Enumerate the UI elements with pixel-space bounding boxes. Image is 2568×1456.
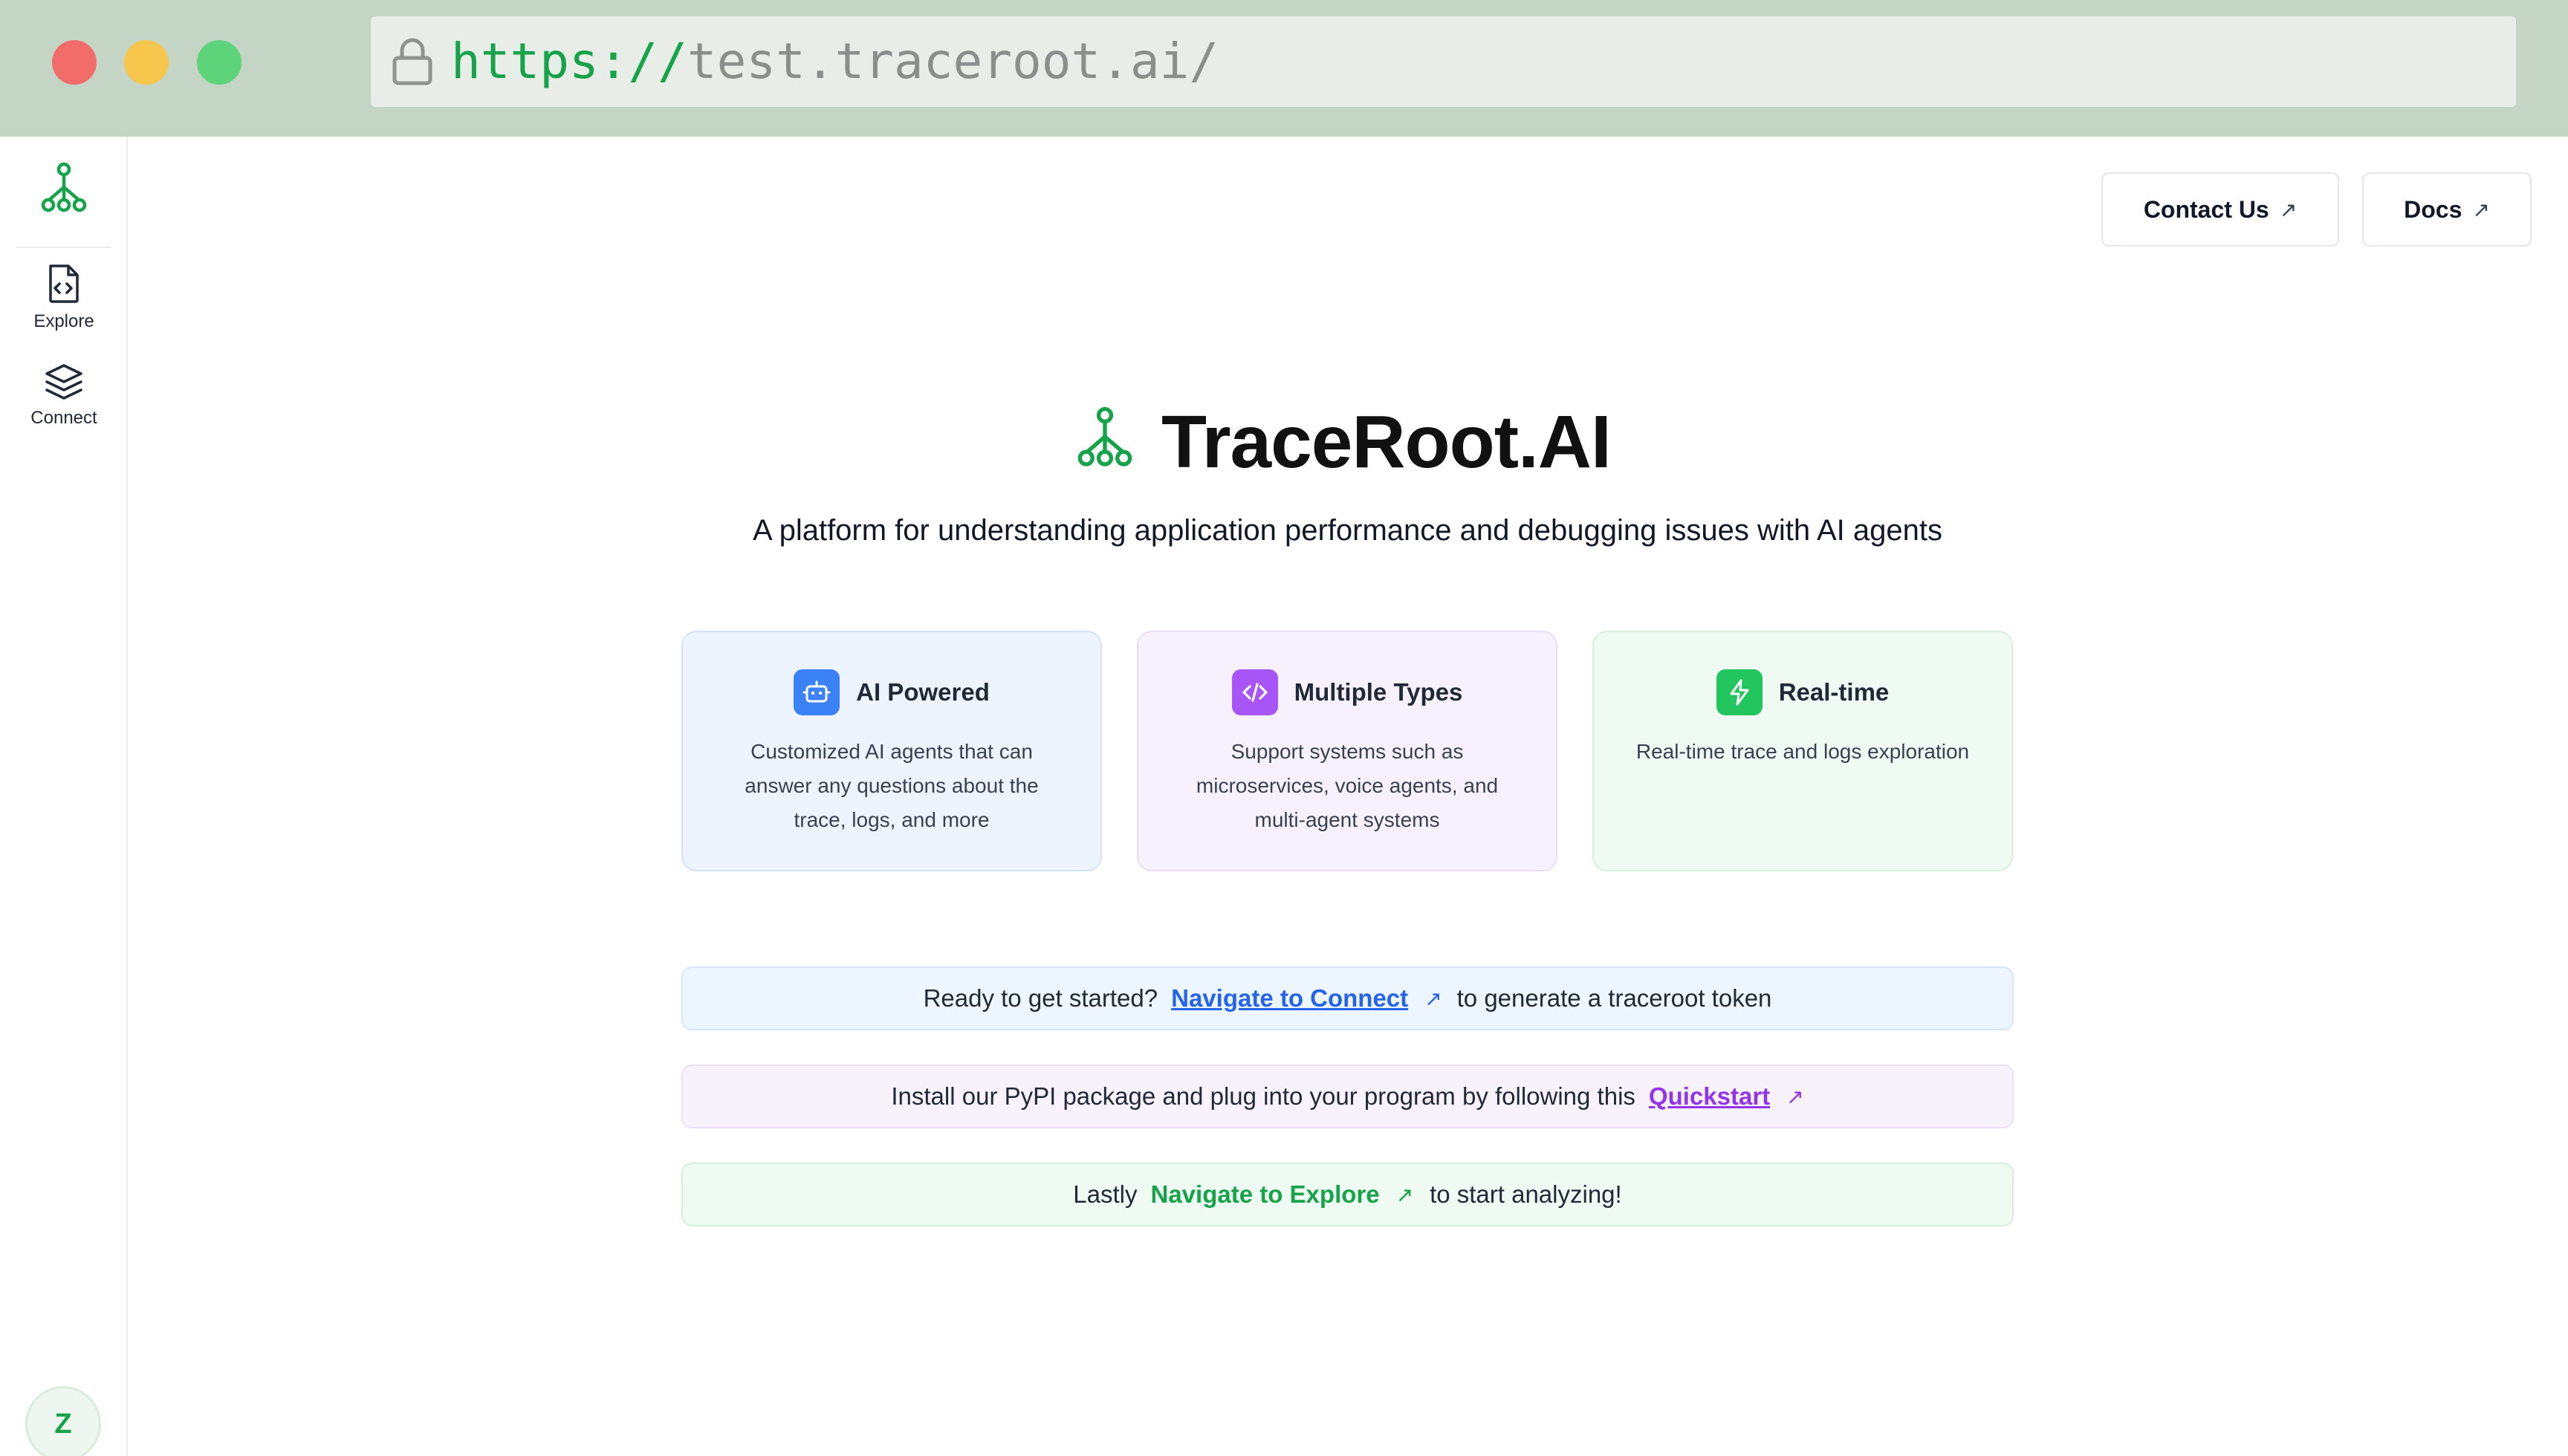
- step-banner-quickstart: Install our PyPI package and plug into y…: [681, 1065, 2014, 1128]
- url-text: https://test.traceroot.ai/: [451, 33, 1219, 91]
- sidebar-item-label: Explore: [33, 311, 94, 331]
- feature-card-multiple-types: Multiple Types Support systems such as m…: [1137, 631, 1557, 871]
- page-title: TraceRoot.AI: [1161, 400, 1612, 484]
- feature-card-ai-powered: AI Powered Customized AI agents that can…: [681, 631, 1102, 871]
- code-icon: [1231, 669, 1278, 715]
- card-title: Real-time: [1778, 678, 1890, 706]
- sidebar-item-explore[interactable]: Explore: [0, 263, 128, 333]
- traceroot-logo-icon: [1077, 406, 1132, 467]
- step-text: to start analyzing!: [1430, 1180, 1622, 1208]
- bolt-icon: [1716, 669, 1763, 715]
- step-banner-connect: Ready to get started? Navigate to Connec…: [681, 966, 2014, 1030]
- quickstart-link[interactable]: Quickstart: [1649, 1082, 1770, 1111]
- contact-us-label: Contact Us: [2143, 195, 2269, 223]
- external-link-icon: ↗: [1786, 1085, 1804, 1108]
- minimize-window-button[interactable]: [124, 40, 169, 85]
- external-link-icon: ↗: [1424, 987, 1442, 1010]
- external-link-icon: ↗: [2279, 198, 2298, 221]
- card-description: Support systems such as microservices, v…: [1196, 740, 1499, 831]
- hero-heading: TraceRoot.AI: [1074, 394, 1612, 490]
- user-avatar[interactable]: Z: [25, 1386, 101, 1456]
- step-text: to generate a traceroot token: [1456, 984, 1772, 1012]
- page-subtitle: A platform for understanding application…: [752, 514, 1942, 547]
- navigate-to-connect-link[interactable]: Navigate to Connect: [1171, 984, 1408, 1013]
- address-bar[interactable]: https://test.traceroot.ai/: [371, 16, 2516, 107]
- step-text: Lastly: [1073, 1180, 1138, 1208]
- close-window-button[interactable]: [52, 40, 97, 85]
- feature-card-real-time: Real-time Real-time trace and logs explo…: [1592, 631, 2013, 871]
- card-title: Multiple Types: [1294, 678, 1463, 706]
- step-banner-explore: Lastly Navigate to Explore ↗ to start an…: [681, 1163, 2014, 1226]
- browser-chrome: https://test.traceroot.ai/: [0, 0, 2568, 137]
- lock-icon: [392, 38, 432, 85]
- url-host: test.traceroot.ai/: [687, 33, 1219, 90]
- card-title: AI Powered: [856, 678, 990, 706]
- file-code-icon: [49, 264, 79, 303]
- external-link-icon: ↗: [1395, 1183, 1414, 1206]
- maximize-window-button[interactable]: [197, 40, 241, 85]
- external-link-icon: ↗: [2472, 198, 2490, 221]
- traceroot-logo-icon[interactable]: [38, 162, 90, 221]
- sidebar-item-label: Connect: [30, 408, 97, 428]
- contact-us-button[interactable]: Contact Us ↗: [2101, 172, 2339, 247]
- docs-label: Docs: [2404, 195, 2462, 223]
- card-description: Real-time trace and logs exploration: [1635, 740, 1970, 763]
- card-description: Customized AI agents that can answer any…: [745, 740, 1039, 831]
- step-text: Ready to get started?: [923, 984, 1158, 1012]
- sidebar: Explore Connect Z: [0, 137, 128, 1456]
- url-protocol: https://: [451, 33, 687, 90]
- navigate-to-explore-link[interactable]: Navigate to Explore: [1151, 1180, 1380, 1209]
- docs-button[interactable]: Docs ↗: [2362, 172, 2532, 247]
- sidebar-item-connect[interactable]: Connect: [0, 363, 128, 429]
- sidebar-divider: [16, 247, 111, 248]
- layers-icon: [45, 364, 82, 400]
- robot-icon: [794, 669, 840, 715]
- step-text: Install our PyPI package and plug into y…: [891, 1082, 1635, 1110]
